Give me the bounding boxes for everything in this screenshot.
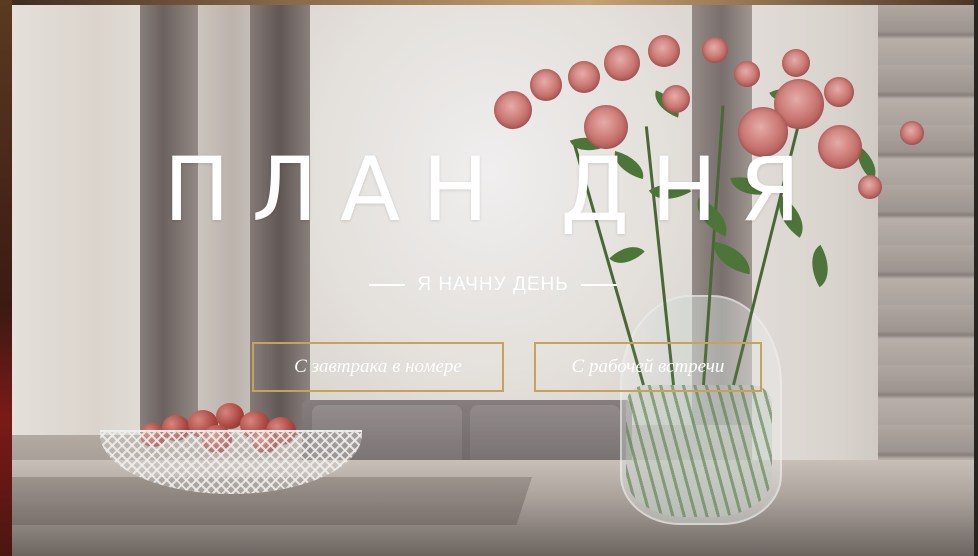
left-edge bbox=[0, 0, 12, 556]
divider-dash bbox=[369, 284, 406, 286]
breakfast-button[interactable]: С завтрака в номере bbox=[252, 342, 504, 392]
meeting-button[interactable]: С рабочей встречи bbox=[534, 342, 762, 392]
right-edge bbox=[974, 0, 978, 556]
hero-banner: ПЛАН ДНЯ Я НАЧНУ ДЕНЬ С завтрака в номер… bbox=[0, 0, 978, 556]
subtitle-text: Я НАЧНУ ДЕНЬ bbox=[417, 274, 569, 295]
page-title: ПЛАН ДНЯ bbox=[163, 138, 823, 241]
subtitle: Я НАЧНУ ДЕНЬ bbox=[12, 274, 974, 296]
divider-dash bbox=[580, 284, 617, 286]
